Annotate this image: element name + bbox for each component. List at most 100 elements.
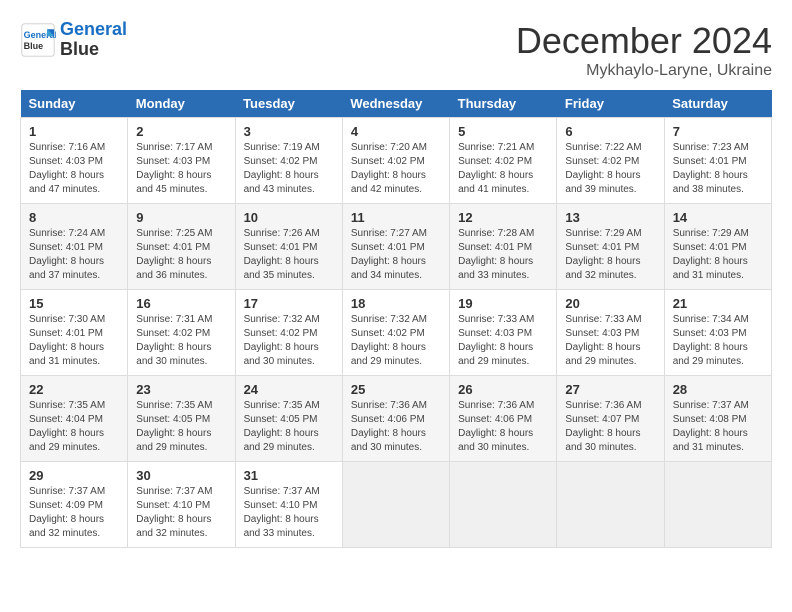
day-info: Sunrise: 7:31 AM Sunset: 4:02 PM Dayligh… xyxy=(136,313,226,369)
day-info: Sunrise: 7:37 AM Sunset: 4:09 PM Dayligh… xyxy=(29,485,119,541)
day-number: 2 xyxy=(136,124,226,139)
day-number: 9 xyxy=(136,210,226,225)
col-tuesday: Tuesday xyxy=(235,90,342,118)
calendar-cell xyxy=(557,462,664,548)
col-thursday: Thursday xyxy=(450,90,557,118)
day-number: 29 xyxy=(29,468,119,483)
day-info: Sunrise: 7:16 AM Sunset: 4:03 PM Dayligh… xyxy=(29,141,119,197)
day-info: Sunrise: 7:29 AM Sunset: 4:01 PM Dayligh… xyxy=(673,227,763,283)
day-number: 14 xyxy=(673,210,763,225)
col-wednesday: Wednesday xyxy=(342,90,449,118)
day-number: 23 xyxy=(136,382,226,397)
day-info: Sunrise: 7:19 AM Sunset: 4:02 PM Dayligh… xyxy=(244,141,334,197)
calendar-cell: 3 Sunrise: 7:19 AM Sunset: 4:02 PM Dayli… xyxy=(235,118,342,204)
day-number: 31 xyxy=(244,468,334,483)
day-info: Sunrise: 7:36 AM Sunset: 4:07 PM Dayligh… xyxy=(565,399,655,455)
day-info: Sunrise: 7:32 AM Sunset: 4:02 PM Dayligh… xyxy=(351,313,441,369)
calendar-cell xyxy=(450,462,557,548)
day-number: 18 xyxy=(351,296,441,311)
day-info: Sunrise: 7:36 AM Sunset: 4:06 PM Dayligh… xyxy=(351,399,441,455)
day-number: 24 xyxy=(244,382,334,397)
day-number: 20 xyxy=(565,296,655,311)
day-number: 10 xyxy=(244,210,334,225)
calendar-cell: 11 Sunrise: 7:27 AM Sunset: 4:01 PM Dayl… xyxy=(342,204,449,290)
day-info: Sunrise: 7:35 AM Sunset: 4:05 PM Dayligh… xyxy=(244,399,334,455)
day-number: 26 xyxy=(458,382,548,397)
day-info: Sunrise: 7:37 AM Sunset: 4:10 PM Dayligh… xyxy=(136,485,226,541)
col-friday: Friday xyxy=(557,90,664,118)
calendar-cell: 24 Sunrise: 7:35 AM Sunset: 4:05 PM Dayl… xyxy=(235,376,342,462)
day-number: 16 xyxy=(136,296,226,311)
day-info: Sunrise: 7:29 AM Sunset: 4:01 PM Dayligh… xyxy=(565,227,655,283)
calendar-cell: 19 Sunrise: 7:33 AM Sunset: 4:03 PM Dayl… xyxy=(450,290,557,376)
day-number: 12 xyxy=(458,210,548,225)
calendar-cell: 26 Sunrise: 7:36 AM Sunset: 4:06 PM Dayl… xyxy=(450,376,557,462)
day-info: Sunrise: 7:17 AM Sunset: 4:03 PM Dayligh… xyxy=(136,141,226,197)
day-info: Sunrise: 7:35 AM Sunset: 4:05 PM Dayligh… xyxy=(136,399,226,455)
logo: General Blue GeneralBlue xyxy=(20,20,127,60)
day-info: Sunrise: 7:24 AM Sunset: 4:01 PM Dayligh… xyxy=(29,227,119,283)
logo-icon: General Blue xyxy=(20,22,56,58)
day-number: 22 xyxy=(29,382,119,397)
header-row: Sunday Monday Tuesday Wednesday Thursday… xyxy=(21,90,772,118)
calendar-cell: 15 Sunrise: 7:30 AM Sunset: 4:01 PM Dayl… xyxy=(21,290,128,376)
calendar-week-row: 1 Sunrise: 7:16 AM Sunset: 4:03 PM Dayli… xyxy=(21,118,772,204)
calendar-cell xyxy=(664,462,771,548)
calendar-cell: 7 Sunrise: 7:23 AM Sunset: 4:01 PM Dayli… xyxy=(664,118,771,204)
calendar-cell: 2 Sunrise: 7:17 AM Sunset: 4:03 PM Dayli… xyxy=(128,118,235,204)
day-info: Sunrise: 7:20 AM Sunset: 4:02 PM Dayligh… xyxy=(351,141,441,197)
day-info: Sunrise: 7:27 AM Sunset: 4:01 PM Dayligh… xyxy=(351,227,441,283)
day-number: 27 xyxy=(565,382,655,397)
day-number: 8 xyxy=(29,210,119,225)
calendar-table: Sunday Monday Tuesday Wednesday Thursday… xyxy=(20,90,772,548)
day-number: 11 xyxy=(351,210,441,225)
logo-text: GeneralBlue xyxy=(60,20,127,60)
calendar-cell: 6 Sunrise: 7:22 AM Sunset: 4:02 PM Dayli… xyxy=(557,118,664,204)
day-info: Sunrise: 7:37 AM Sunset: 4:10 PM Dayligh… xyxy=(244,485,334,541)
day-info: Sunrise: 7:35 AM Sunset: 4:04 PM Dayligh… xyxy=(29,399,119,455)
day-number: 1 xyxy=(29,124,119,139)
col-saturday: Saturday xyxy=(664,90,771,118)
day-number: 19 xyxy=(458,296,548,311)
calendar-cell xyxy=(342,462,449,548)
calendar-cell: 1 Sunrise: 7:16 AM Sunset: 4:03 PM Dayli… xyxy=(21,118,128,204)
day-info: Sunrise: 7:25 AM Sunset: 4:01 PM Dayligh… xyxy=(136,227,226,283)
calendar-cell: 16 Sunrise: 7:31 AM Sunset: 4:02 PM Dayl… xyxy=(128,290,235,376)
calendar-cell: 21 Sunrise: 7:34 AM Sunset: 4:03 PM Dayl… xyxy=(664,290,771,376)
title-block: December 2024 Mykhaylo-Laryne, Ukraine xyxy=(516,20,772,80)
svg-text:Blue: Blue xyxy=(24,41,44,51)
calendar-cell: 13 Sunrise: 7:29 AM Sunset: 4:01 PM Dayl… xyxy=(557,204,664,290)
day-info: Sunrise: 7:30 AM Sunset: 4:01 PM Dayligh… xyxy=(29,313,119,369)
calendar-cell: 29 Sunrise: 7:37 AM Sunset: 4:09 PM Dayl… xyxy=(21,462,128,548)
day-info: Sunrise: 7:28 AM Sunset: 4:01 PM Dayligh… xyxy=(458,227,548,283)
day-number: 21 xyxy=(673,296,763,311)
day-info: Sunrise: 7:26 AM Sunset: 4:01 PM Dayligh… xyxy=(244,227,334,283)
day-info: Sunrise: 7:23 AM Sunset: 4:01 PM Dayligh… xyxy=(673,141,763,197)
day-number: 5 xyxy=(458,124,548,139)
day-info: Sunrise: 7:33 AM Sunset: 4:03 PM Dayligh… xyxy=(458,313,548,369)
day-number: 30 xyxy=(136,468,226,483)
day-info: Sunrise: 7:37 AM Sunset: 4:08 PM Dayligh… xyxy=(673,399,763,455)
calendar-cell: 28 Sunrise: 7:37 AM Sunset: 4:08 PM Dayl… xyxy=(664,376,771,462)
calendar-cell: 4 Sunrise: 7:20 AM Sunset: 4:02 PM Dayli… xyxy=(342,118,449,204)
calendar-cell: 31 Sunrise: 7:37 AM Sunset: 4:10 PM Dayl… xyxy=(235,462,342,548)
page-header: General Blue GeneralBlue December 2024 M… xyxy=(20,20,772,80)
calendar-cell: 30 Sunrise: 7:37 AM Sunset: 4:10 PM Dayl… xyxy=(128,462,235,548)
calendar-cell: 22 Sunrise: 7:35 AM Sunset: 4:04 PM Dayl… xyxy=(21,376,128,462)
location-title: Mykhaylo-Laryne, Ukraine xyxy=(516,62,772,80)
day-info: Sunrise: 7:34 AM Sunset: 4:03 PM Dayligh… xyxy=(673,313,763,369)
day-number: 17 xyxy=(244,296,334,311)
calendar-cell: 27 Sunrise: 7:36 AM Sunset: 4:07 PM Dayl… xyxy=(557,376,664,462)
calendar-cell: 12 Sunrise: 7:28 AM Sunset: 4:01 PM Dayl… xyxy=(450,204,557,290)
calendar-week-row: 22 Sunrise: 7:35 AM Sunset: 4:04 PM Dayl… xyxy=(21,376,772,462)
day-number: 15 xyxy=(29,296,119,311)
day-number: 13 xyxy=(565,210,655,225)
day-number: 4 xyxy=(351,124,441,139)
calendar-week-row: 8 Sunrise: 7:24 AM Sunset: 4:01 PM Dayli… xyxy=(21,204,772,290)
calendar-cell: 23 Sunrise: 7:35 AM Sunset: 4:05 PM Dayl… xyxy=(128,376,235,462)
calendar-cell: 18 Sunrise: 7:32 AM Sunset: 4:02 PM Dayl… xyxy=(342,290,449,376)
calendar-cell: 8 Sunrise: 7:24 AM Sunset: 4:01 PM Dayli… xyxy=(21,204,128,290)
day-number: 6 xyxy=(565,124,655,139)
calendar-cell: 14 Sunrise: 7:29 AM Sunset: 4:01 PM Dayl… xyxy=(664,204,771,290)
calendar-cell: 9 Sunrise: 7:25 AM Sunset: 4:01 PM Dayli… xyxy=(128,204,235,290)
